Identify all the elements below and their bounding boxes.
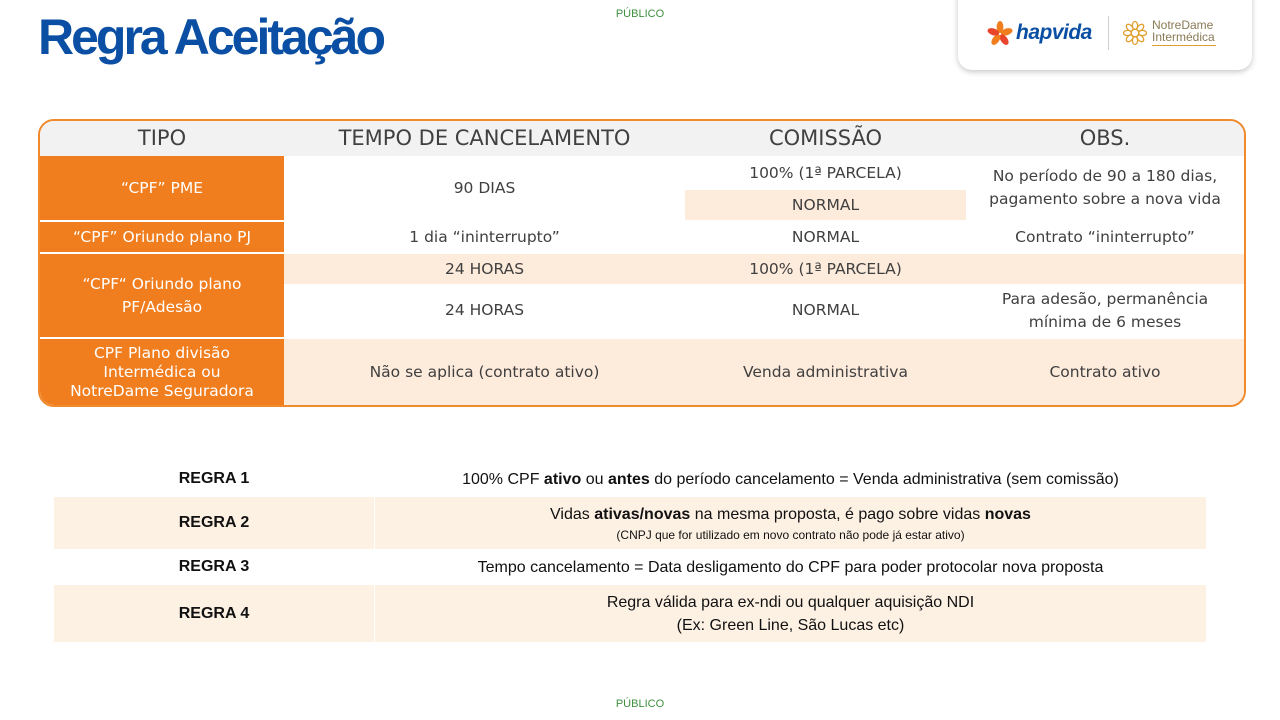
row2-tipo: “CPF” Oriundo plano PJ xyxy=(40,222,284,252)
row3-tipo: “CPF“ Oriundo plano PF/Adesão xyxy=(40,254,284,337)
rule-row-2: REGRA 2 Vidas ativas/novas na mesma prop… xyxy=(54,497,1206,549)
rule-row-1: REGRA 1 100% CPF ativo ou antes do perío… xyxy=(54,462,1206,496)
rule-1-bold2: antes xyxy=(607,470,650,488)
rule-row-4: REGRA 4 Regra válida para ex-ndi ou qual… xyxy=(54,585,1206,642)
header-tipo: TIPO xyxy=(40,121,284,156)
row4-comissao: Venda administrativa xyxy=(743,362,908,381)
rule-1-desc: 100% CPF ativo ou antes do período cance… xyxy=(375,462,1206,496)
rule-1-part3: do período cancelamento = Venda administ… xyxy=(649,470,1119,488)
row3-tempo-b: 24 HORAS xyxy=(444,301,525,319)
classification-label-bottom: PÚBLICO xyxy=(615,698,665,710)
notredame-logo-text: NotreDame Intermédica xyxy=(1152,19,1215,43)
row4-obs: Contrato ativo xyxy=(1049,362,1161,381)
row1-obs-line2: pagamento sobre a nova vida xyxy=(989,190,1221,208)
row4-tipo: CPF Plano divisão Intermédica ou NotreDa… xyxy=(40,339,284,405)
rule-2-desc: Vidas ativas/novas na mesma proposta, é … xyxy=(375,497,1206,549)
rule-2-name: REGRA 2 xyxy=(178,514,250,531)
rule-2-part2: na mesma proposta, é pago sobre vidas xyxy=(690,505,985,523)
row1-tipo: “CPF” PME xyxy=(40,156,284,220)
rule-3-desc: Tempo cancelamento = Data desligamento d… xyxy=(477,558,1104,576)
rule-2-part1: Vidas xyxy=(550,505,595,523)
rule-4-desc: Regra válida para ex-ndi ou qualquer aqu… xyxy=(375,585,1206,642)
row3-obs-line2: mínima de 6 meses xyxy=(1028,312,1182,331)
row1-obs: No período de 90 a 180 dias, pagamento s… xyxy=(966,156,1244,220)
rule-4-line2: (Ex: Green Line, São Lucas etc) xyxy=(676,616,905,634)
rule-2-note: (CNPJ que for utilizado em novo contrato… xyxy=(616,527,965,542)
row1-tempo: 90 DIAS xyxy=(453,178,516,197)
notredame-underline xyxy=(1152,45,1216,46)
notredame-sun-icon xyxy=(1122,20,1148,46)
rule-4-name: REGRA 4 xyxy=(178,604,250,622)
row4-tipo-line3: NotreDame Seguradora xyxy=(70,381,254,400)
row3-obs: Para adesão, permanência mínima de 6 mes… xyxy=(966,284,1244,337)
header-tempo: TEMPO DE CANCELAMENTO xyxy=(284,121,685,156)
row3-comissao-a: 100% (1ª PARCELA) xyxy=(749,259,902,278)
rule-1-part1: 100% CPF xyxy=(462,470,544,488)
row3-tempo-a: 24 HORAS xyxy=(444,259,525,278)
row3-tipo-line2: PF/Adesão xyxy=(121,297,203,316)
logo-banner: hapvida NotreDame Intermédica xyxy=(958,0,1252,70)
row3-comissao-b: NORMAL xyxy=(791,301,860,319)
row3-tipo-line1: “CPF“ Oriundo plano xyxy=(82,274,242,293)
notredame-line2: Intermédica xyxy=(1152,30,1215,44)
rule-row-3: REGRA 3 Tempo cancelamento = Data deslig… xyxy=(54,550,1206,584)
rule-1-text: 100% CPF ativo ou antes do período cance… xyxy=(462,468,1119,491)
hapvida-flower-icon xyxy=(987,21,1013,45)
row4-tipo-line2: Intermédica ou xyxy=(103,362,221,381)
rule-1-bold1: ativo xyxy=(543,470,582,488)
header-comissao: COMISSÃO xyxy=(685,121,966,156)
row1-comissao-a: 100% (1ª PARCELA) xyxy=(749,163,902,182)
rule-2-text: Vidas ativas/novas na mesma proposta, é … xyxy=(550,503,1031,526)
rule-2-bold1: ativas/novas xyxy=(594,505,691,523)
row1-obs-line1: No período de 90 a 180 dias, xyxy=(992,167,1218,185)
row2-obs: Contrato “ininterrupto” xyxy=(1015,227,1195,246)
rule-4-line1: Regra válida para ex-ndi ou qualquer aqu… xyxy=(606,593,975,611)
rule-2-bold2: novas xyxy=(984,505,1031,523)
row1-comissao-b: NORMAL xyxy=(685,190,966,220)
page-title: Regra Aceitação xyxy=(38,9,386,65)
row4-tipo-line1: CPF Plano divisão xyxy=(93,343,231,362)
acceptance-table: TIPO TEMPO DE CANCELAMENTO COMISSÃO OBS.… xyxy=(38,119,1246,407)
logo-divider xyxy=(1108,16,1109,50)
row3-obs-line1: Para adesão, permanência xyxy=(1001,289,1209,308)
row4-tempo: Não se aplica (contrato ativo) xyxy=(369,362,600,381)
header-obs: OBS. xyxy=(966,121,1244,156)
row2-comissao: NORMAL xyxy=(791,227,860,246)
hapvida-logo-text: hapvida xyxy=(1016,21,1092,44)
rule-3-name: REGRA 3 xyxy=(178,558,250,575)
row2-tempo: 1 dia “ininterrupto” xyxy=(409,227,560,246)
rule-1-name: REGRA 1 xyxy=(178,470,250,487)
rule-1-part2: ou xyxy=(581,470,608,488)
